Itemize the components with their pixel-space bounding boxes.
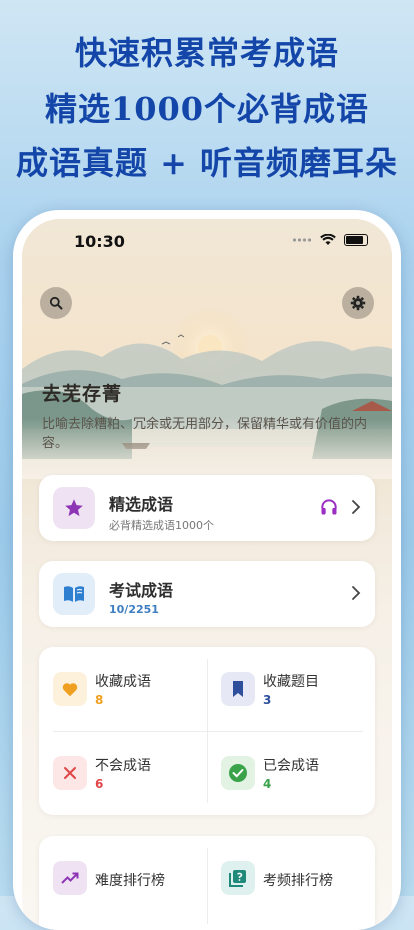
exam-title: 考试成语	[109, 581, 174, 600]
unknown-idioms-item[interactable]: 不会成语 6	[39, 731, 207, 815]
quiz-icon-box	[221, 861, 255, 895]
phone-frame: 10:30 去芜存菁 比喻去除糟粕、冗余或无用部分，保留精华或有价值的内容。 精…	[13, 210, 401, 930]
promo-line-2: 精选1000个必背成语	[44, 90, 370, 128]
settings-button[interactable]	[342, 287, 374, 319]
idiom-description: 比喻去除糟粕、冗余或无用部分，保留精华或有价值的内容。	[42, 417, 368, 451]
close-icon	[64, 767, 76, 779]
promo-line-3: 成语真题 + 听音频磨耳朵	[15, 144, 399, 182]
star-icon	[65, 499, 83, 517]
gear-icon	[350, 295, 366, 311]
search-icon	[49, 296, 63, 310]
known-idioms-label: 已会成语	[263, 758, 319, 774]
featured-idioms-card[interactable]: 精选成语 必背精选成语1000个	[39, 475, 375, 541]
favorite-idioms-item[interactable]: 收藏成语 8	[39, 647, 207, 731]
unknown-idioms-label: 不会成语	[95, 758, 151, 774]
known-idioms-item[interactable]: 已会成语 4	[207, 731, 375, 815]
idiom-title: 去芜存菁	[42, 383, 123, 405]
close-icon-box	[53, 756, 87, 790]
featured-title: 精选成语	[109, 495, 174, 514]
heart-icon-box	[53, 672, 87, 706]
check-circle-icon	[229, 764, 247, 782]
frequency-ranking-label: 考频排行榜	[263, 873, 333, 889]
difficulty-ranking-label: 难度排行榜	[95, 873, 165, 889]
status-icons	[292, 234, 368, 246]
trending-icon-box	[53, 861, 87, 895]
favorite-idioms-label: 收藏成语	[95, 674, 151, 690]
check-icon-box	[221, 756, 255, 790]
wifi-icon	[320, 234, 336, 245]
status-time: 10:30	[74, 232, 125, 251]
open-book-icon	[64, 586, 84, 602]
trending-up-icon	[61, 872, 79, 884]
battery-icon	[344, 234, 368, 246]
signal-dots-icon	[292, 238, 312, 242]
known-idioms-count: 4	[263, 777, 272, 791]
exam-idioms-card[interactable]: 考试成语 10/2251	[39, 561, 375, 627]
chevron-right-icon	[352, 500, 361, 514]
exam-icon-box	[53, 573, 95, 615]
favorite-questions-item[interactable]: 收藏题目 3	[207, 647, 375, 731]
frequency-ranking-item[interactable]: 考频排行榜	[207, 836, 375, 920]
featured-icon-box	[53, 487, 95, 529]
quiz-icon	[229, 870, 246, 887]
favorite-idioms-count: 8	[95, 693, 104, 707]
search-button[interactable]	[40, 287, 72, 319]
bookmark-icon-box	[221, 672, 255, 706]
rankings-card: 难度排行榜 考频排行榜	[39, 836, 375, 930]
featured-subtitle: 必背精选成语1000个	[109, 519, 214, 532]
app-screen: 10:30 去芜存菁 比喻去除糟粕、冗余或无用部分，保留精华或有价值的内容。 精…	[22, 219, 392, 930]
collection-grid-card: 收藏成语 8 收藏题目 3 不会成语 6 已会成语 4	[39, 647, 375, 815]
favorite-questions-count: 3	[263, 693, 272, 707]
chevron-right-icon	[352, 586, 361, 600]
favorite-questions-label: 收藏题目	[263, 674, 319, 690]
bookmark-icon	[233, 681, 243, 697]
audio-button[interactable]	[319, 497, 339, 521]
promo-line-1: 快速积累常考成语	[74, 34, 339, 72]
headphones-icon	[321, 499, 337, 515]
unknown-idioms-count: 6	[95, 777, 104, 791]
exam-progress: 10/2251	[109, 603, 159, 616]
heart-icon	[62, 683, 78, 697]
difficulty-ranking-item[interactable]: 难度排行榜	[39, 836, 207, 920]
